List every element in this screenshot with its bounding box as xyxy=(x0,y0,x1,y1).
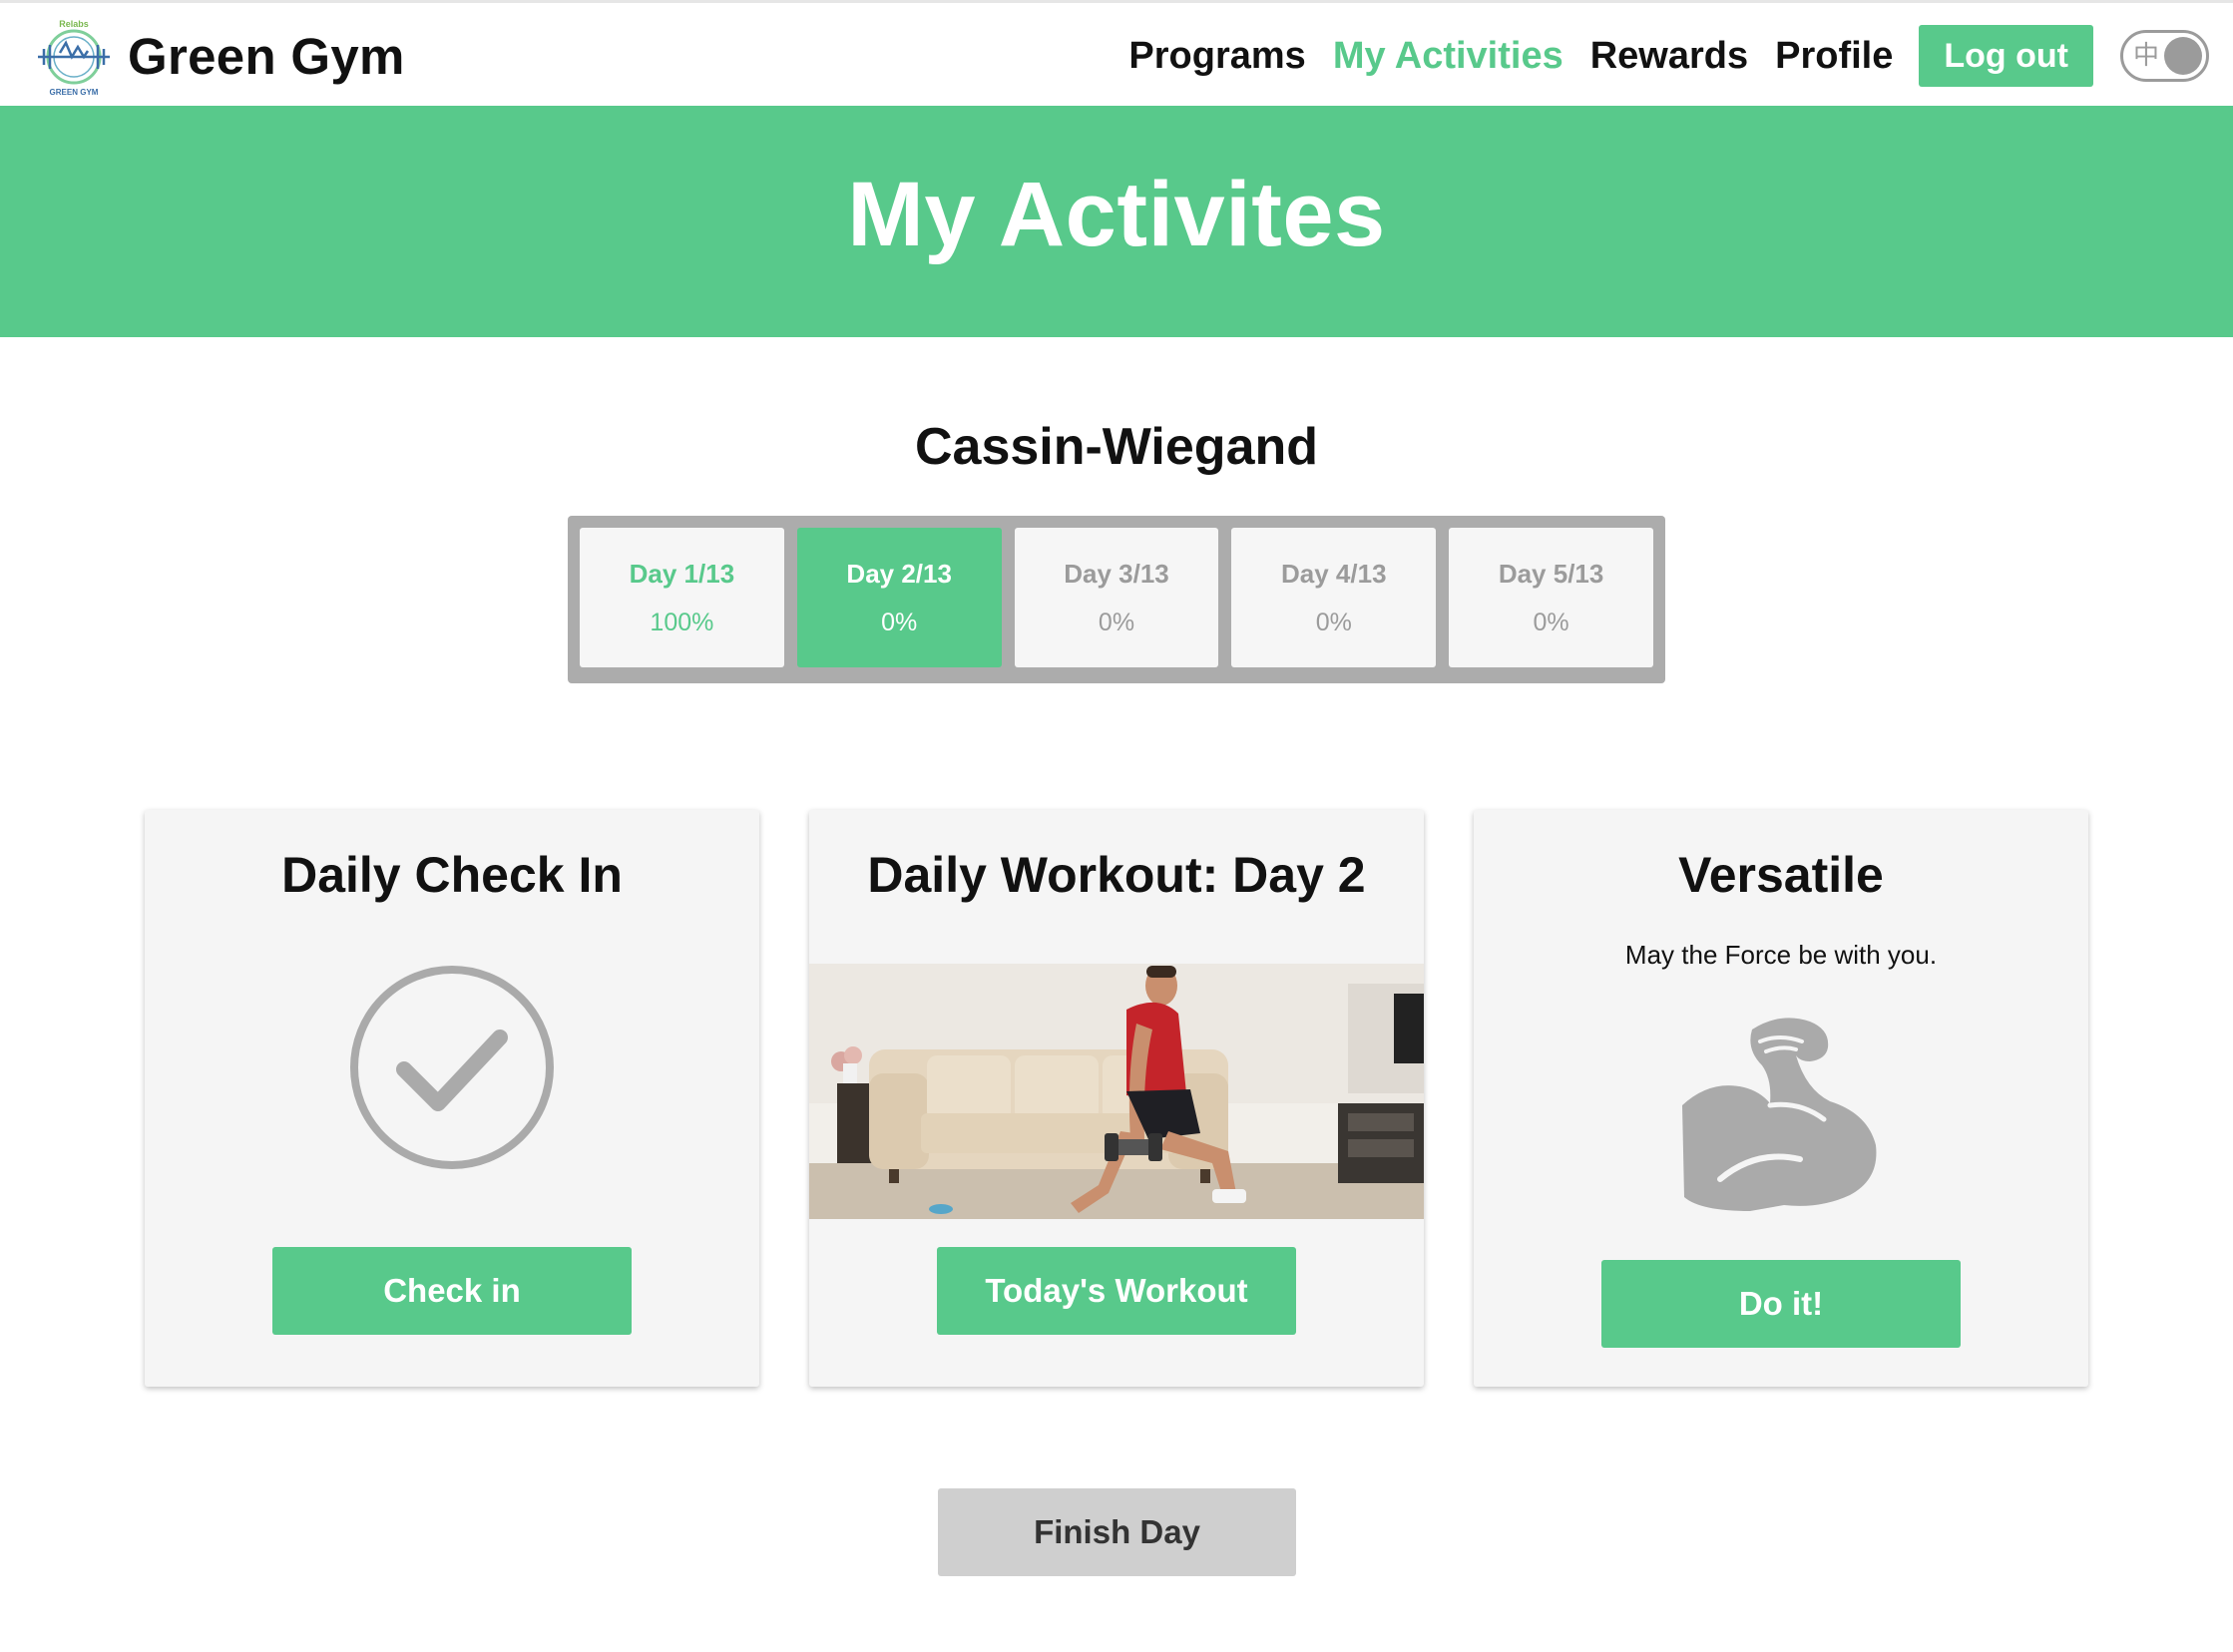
day-tab-1[interactable]: Day 1/13 100% xyxy=(580,528,784,667)
brand[interactable]: Relabs GREEN GYM Green Gym xyxy=(34,11,405,101)
card-title: Daily Check In xyxy=(281,847,623,903)
day-tab-label: Day 1/13 xyxy=(629,558,735,589)
todays-workout-button[interactable]: Today's Workout xyxy=(937,1247,1296,1335)
language-toggle[interactable]: 中 xyxy=(2120,30,2209,82)
main-nav: Programs My Activities Rewards Profile L… xyxy=(1102,3,2233,109)
day-tab-progress: 0% xyxy=(881,608,918,636)
do-it-button[interactable]: Do it! xyxy=(1601,1260,1961,1348)
day-tab-label: Day 4/13 xyxy=(1281,558,1387,589)
nav-profile[interactable]: Profile xyxy=(1775,35,1893,78)
nav-programs[interactable]: Programs xyxy=(1128,35,1305,78)
day-tab-4[interactable]: Day 4/13 0% xyxy=(1231,528,1437,667)
check-in-button[interactable]: Check in xyxy=(272,1247,632,1335)
day-selector: Day 1/13 100% Day 2/13 0% Day 3/13 0% Da… xyxy=(568,516,1665,683)
day-tab-label: Day 3/13 xyxy=(1064,558,1169,589)
day-tab-progress: 100% xyxy=(650,608,714,636)
card-subtitle: May the Force be with you. xyxy=(1624,940,1938,970)
card-title: Versatile xyxy=(1678,847,1884,903)
flexed-arm-icon xyxy=(1682,1018,1877,1211)
day-tab-label: Day 2/13 xyxy=(846,558,952,589)
day-tab-label: Day 5/13 xyxy=(1498,558,1604,589)
day-tab-progress: 0% xyxy=(1315,608,1352,636)
daily-check-in-card: Daily Check In Check in xyxy=(145,810,759,1387)
day-tab-progress: 0% xyxy=(1098,608,1135,636)
day-tab-2[interactable]: Day 2/13 0% xyxy=(796,528,1002,667)
day-tab-3[interactable]: Day 3/13 0% xyxy=(1014,528,1219,667)
day-tab-5[interactable]: Day 5/13 0% xyxy=(1449,528,1653,667)
top-navbar: Relabs GREEN GYM Green Gym Programs My A… xyxy=(0,0,2233,106)
page-title: My Activites xyxy=(847,163,1386,265)
check-circle-icon xyxy=(350,966,554,1169)
versatile-card: Versatile May the Force be with you. Do … xyxy=(1474,810,2088,1387)
workout-photo xyxy=(809,964,1424,1219)
daily-workout-card: Daily Workout: Day 2 Today's Workout xyxy=(809,810,1424,1387)
day-tab-progress: 0% xyxy=(1533,608,1569,636)
logo-dumbbell xyxy=(38,40,110,69)
green-gym-logo: Relabs GREEN GYM xyxy=(38,19,110,97)
logout-button[interactable]: Log out xyxy=(1919,25,2093,87)
brand-name: Green Gym xyxy=(128,27,405,85)
hero-banner: My Activites xyxy=(0,106,2233,337)
toggle-knob xyxy=(2164,37,2202,75)
logo-top-text: Relabs xyxy=(59,19,89,29)
nav-my-activities[interactable]: My Activities xyxy=(1333,35,1563,78)
program-title: Cassin-Wiegand xyxy=(914,418,1319,476)
card-title: Daily Workout: Day 2 xyxy=(867,847,1366,903)
language-char: 中 xyxy=(2133,41,2160,71)
nav-rewards[interactable]: Rewards xyxy=(1590,35,1748,78)
finish-day-button[interactable]: Finish Day xyxy=(938,1488,1296,1576)
logo-bottom-text: GREEN GYM xyxy=(50,88,99,97)
